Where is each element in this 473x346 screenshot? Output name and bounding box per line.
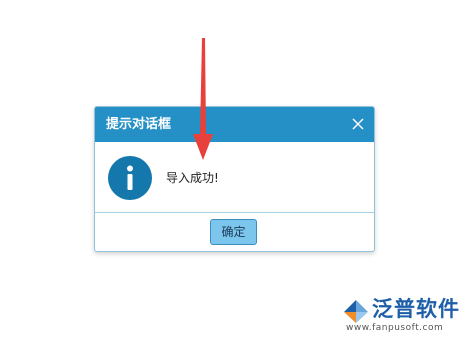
dialog-title: 提示对话框 — [106, 117, 172, 132]
info-icon — [108, 156, 152, 200]
ok-button[interactable]: 确定 — [210, 219, 257, 245]
logo-mark-icon — [342, 298, 370, 324]
dialog-message: 导入成功! — [166, 171, 219, 185]
logo-url: www.fanpusoft.com — [346, 323, 444, 333]
fanpusoft-logo: 泛普软件 www.fanpusoft.com — [342, 296, 470, 340]
dialog-header: 提示对话框 — [95, 107, 374, 142]
page: 提示对话框 导入成功! 确定 泛普软件 www.fanpusoft.com — [0, 0, 473, 346]
logo-name: 泛普软件 — [372, 297, 460, 321]
red-arrow-annotation — [190, 38, 216, 162]
close-icon[interactable] — [351, 117, 365, 131]
message-dialog: 提示对话框 导入成功! 确定 — [94, 106, 375, 252]
dialog-divider — [95, 212, 374, 213]
